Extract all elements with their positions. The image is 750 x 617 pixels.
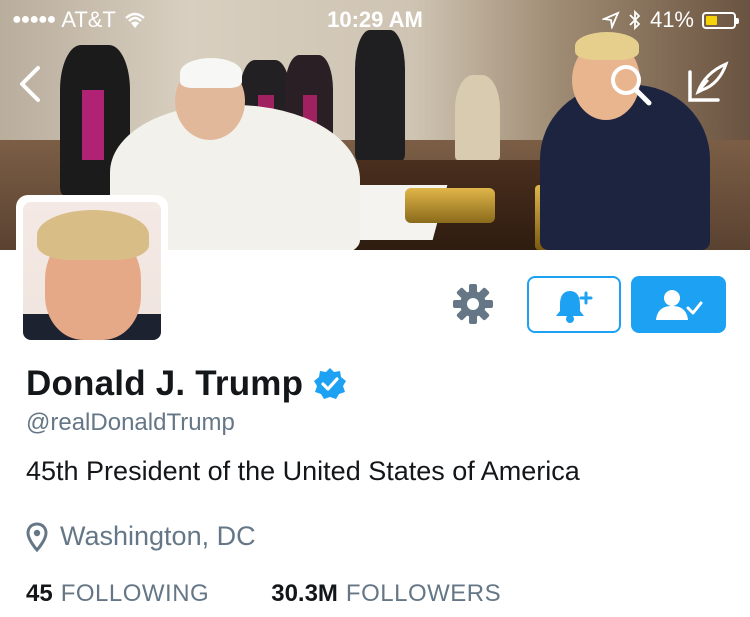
avatar[interactable] [16, 195, 168, 347]
banner-figure-cap [180, 58, 242, 88]
location-arrow-icon [601, 11, 620, 29]
profile-stats: 45 FOLLOWING 30.3M FOLLOWERS [26, 580, 501, 608]
banner-figure [355, 30, 405, 160]
location-pin-icon [26, 521, 48, 552]
profile-bio: 45th President of the United States of A… [26, 456, 580, 486]
bell-plus-icon [556, 290, 593, 323]
person-check-icon [655, 289, 702, 320]
banner-chair [455, 75, 500, 160]
verified-badge-icon [314, 368, 347, 399]
following-button[interactable] [631, 276, 726, 333]
battery-percent: 41% [649, 7, 694, 32]
notifications-button[interactable] [527, 276, 621, 333]
chevron-left-icon[interactable] [12, 62, 48, 106]
profile-name: Donald J. Trump [26, 364, 304, 403]
search-icon[interactable] [608, 62, 652, 106]
following-count: 45 [26, 580, 53, 607]
banner-gold-set [405, 188, 495, 223]
followers-stat[interactable]: 30.3M FOLLOWERS [271, 580, 501, 608]
following-label: FOLLOWING [60, 580, 210, 607]
battery-level [706, 15, 717, 25]
followers-count: 30.3M [271, 580, 338, 607]
banner-sash [82, 90, 104, 160]
avatar-image [23, 202, 161, 340]
avatar-hair [37, 210, 149, 260]
followers-label: FOLLOWERS [345, 580, 502, 607]
following-stat[interactable]: 45 FOLLOWING [26, 580, 209, 608]
profile-name-row: Donald J. Trump [26, 364, 347, 404]
battery-icon [702, 11, 739, 29]
profile-handle: @realDonaldTrump [26, 409, 235, 436]
location-text: Washington, DC [60, 521, 256, 551]
status-right: 41% [601, 7, 739, 33]
bluetooth-icon [629, 9, 641, 31]
compose-tweet-icon[interactable] [684, 60, 730, 106]
profile-location: Washington, DC [26, 521, 256, 552]
gear-icon[interactable] [450, 281, 496, 327]
status-bar: ●●●●● AT&T 10:29 AM 41% [0, 0, 750, 40]
